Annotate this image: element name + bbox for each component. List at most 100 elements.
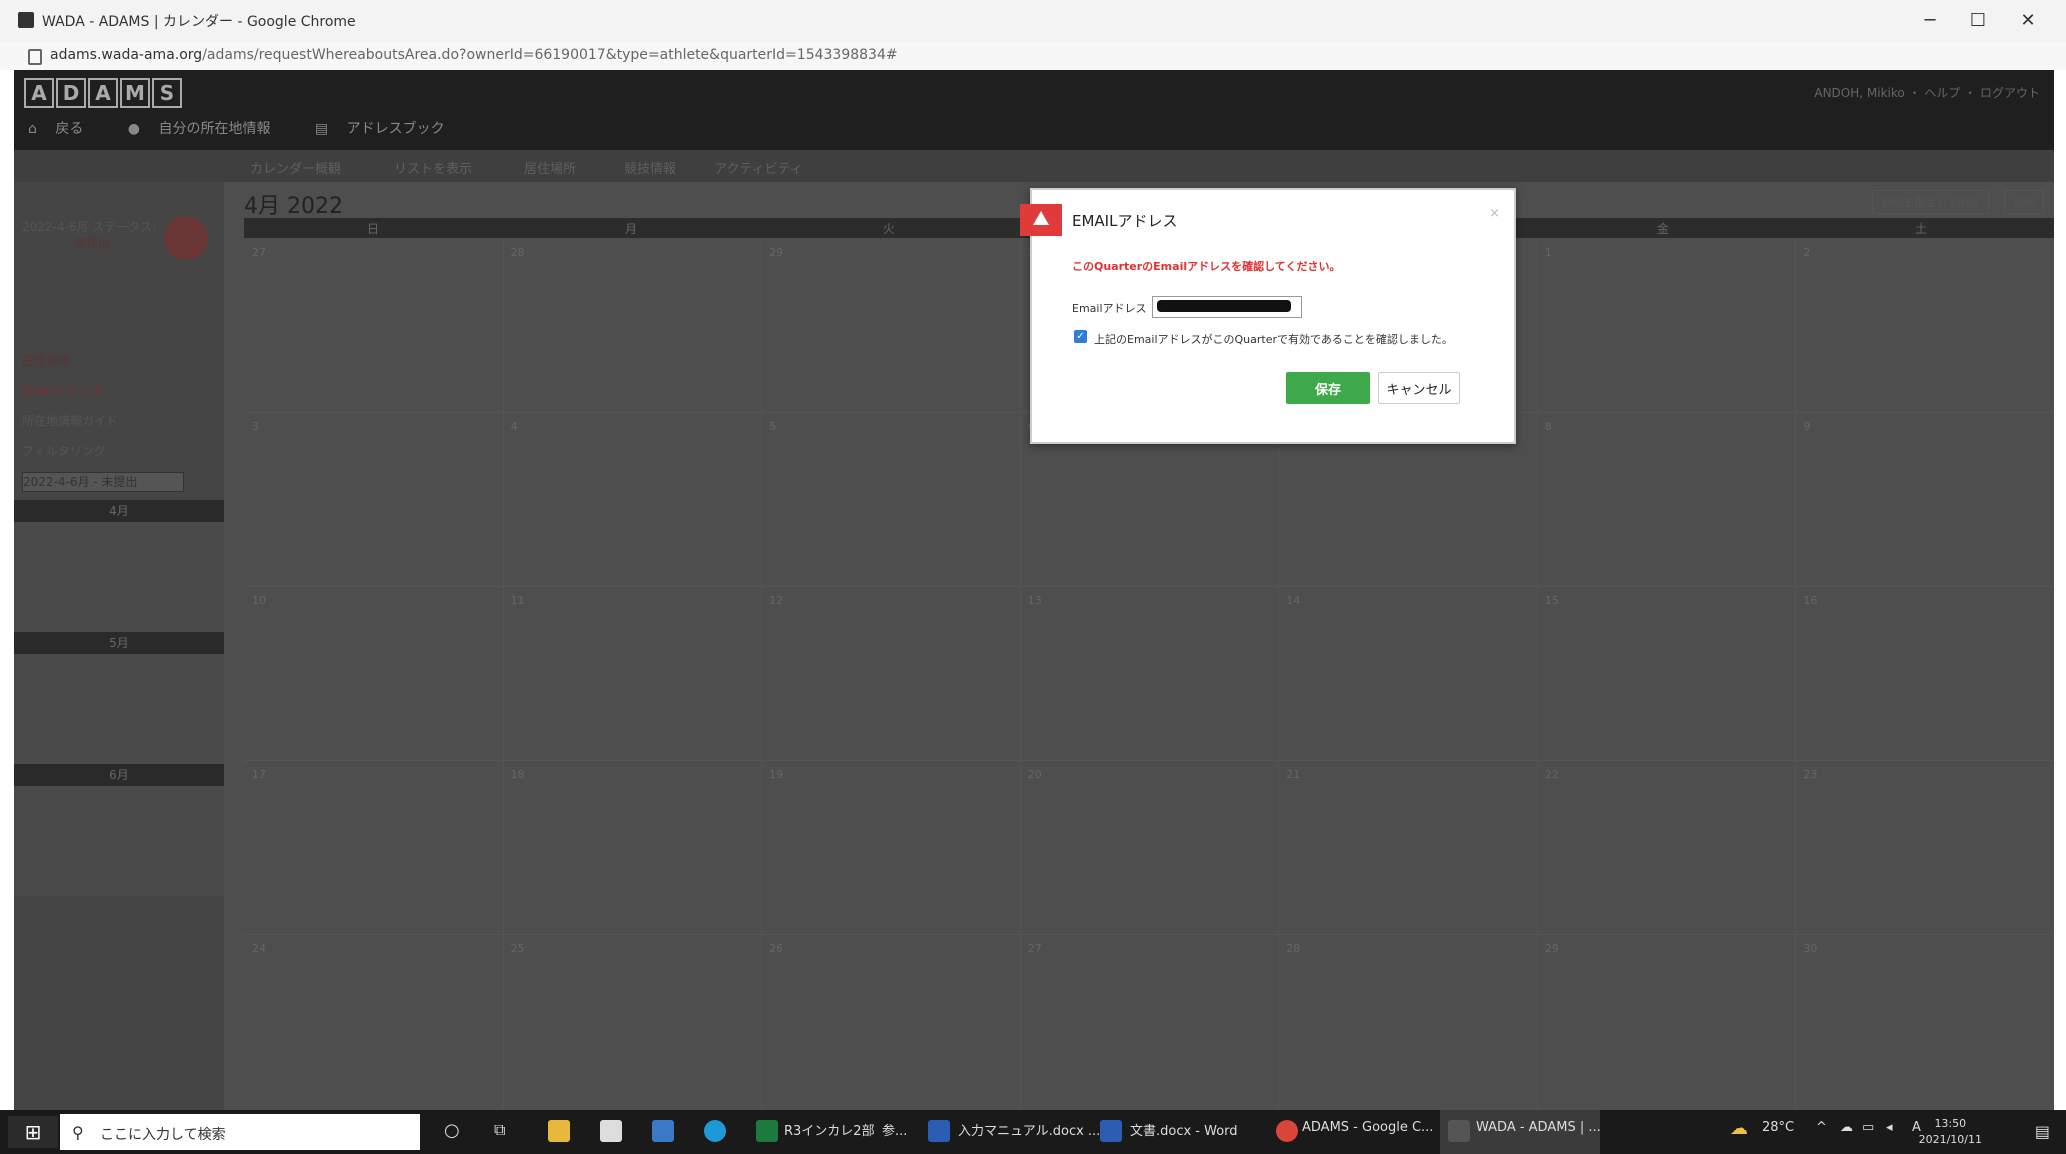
adams-window-icon[interactable] [1448, 1120, 1470, 1142]
calendar-day-cell[interactable]: 22 [1545, 768, 1559, 781]
calendar-day-cell[interactable]: 18 [511, 768, 525, 781]
address-bar[interactable]: adams.wada-ama.org/adams/requestWhereabo… [0, 42, 2066, 70]
quarter-select[interactable]: 2022-4-6月 - 未提出 [22, 472, 184, 492]
calendar-day-cell[interactable]: 28 [1286, 942, 1300, 955]
file-explorer-icon[interactable] [548, 1120, 570, 1142]
calendar-day-cell[interactable]: 23 [1803, 768, 1817, 781]
calendar-day-cell[interactable]: 29 [769, 246, 783, 259]
cortana-icon[interactable]: ○ [444, 1120, 460, 1141]
home-icon[interactable]: ⌂ [28, 121, 37, 137]
sidebar-item-filter[interactable]: フィルタリング [22, 442, 106, 459]
calendar-day-cell[interactable]: 8 [1545, 420, 1552, 433]
sidebar-item-guide[interactable]: 所在地情報ガイド [22, 412, 118, 429]
word-icon[interactable] [928, 1120, 950, 1142]
nav-back[interactable]: 戻る [55, 121, 83, 137]
temperature[interactable]: 28°C [1762, 1120, 1794, 1135]
taskbar-item-document[interactable]: 文書.docx - Word [1130, 1120, 1238, 1139]
minimize-icon[interactable]: ─ [1910, 8, 1950, 34]
calendar-day-cell[interactable]: 30 [1803, 942, 1817, 955]
email-confirm-dialog: EMAILアドレス × このQuarterのEmailアドレスを確認してください… [1020, 188, 1516, 444]
tab-list-view[interactable]: リストを表示 [394, 158, 472, 177]
chrome-icon[interactable] [1276, 1120, 1298, 1142]
notification-icon[interactable]: ▤ [2035, 1122, 2050, 1141]
redacted-email [1157, 300, 1291, 312]
grid-line [1019, 238, 1021, 1108]
sidebar-item-email[interactable]: Emailアドレス [22, 382, 103, 399]
edge-icon[interactable] [704, 1120, 726, 1142]
confirm-checkbox[interactable]: ✓ [1074, 330, 1087, 343]
taskbar-item-adams-chrome[interactable]: ADAMS - Google C... [1302, 1120, 1433, 1135]
delete-by-period-button[interactable]: 期間を指定して削除 [1872, 190, 1989, 214]
quarter-status-title: 2022-4-6月 ステータス: [22, 220, 157, 234]
chevron-up-icon[interactable]: ^ [1816, 1120, 1827, 1135]
maximize-icon[interactable]: ☐ [1958, 8, 1998, 34]
status-x-icon [164, 216, 208, 260]
word-icon[interactable] [1100, 1120, 1122, 1142]
network-icon[interactable]: ▭ [1862, 1120, 1874, 1135]
user-menu[interactable]: ANDOH, Mikiko ・ ヘルプ ・ ログアウト [1814, 84, 2040, 101]
close-icon[interactable]: ✕ [2008, 8, 2048, 34]
task-view-icon[interactable]: ⧉ [494, 1120, 505, 1140]
nav-address-book[interactable]: アドレスブック [347, 121, 445, 137]
calendar-day-cell[interactable]: 3 [252, 420, 259, 433]
calendar-day-cell[interactable]: 15 [1545, 594, 1559, 607]
calendar-day-cell[interactable]: 5 [769, 420, 776, 433]
volume-icon[interactable]: ◂ [1886, 1120, 1893, 1135]
mini-calendar-grid[interactable] [14, 522, 224, 632]
store-icon[interactable] [600, 1120, 622, 1142]
url-host: adams.wada-ama.org [50, 47, 203, 63]
mini-calendar-grid[interactable] [14, 654, 224, 764]
calendar-day-cell[interactable]: 24 [252, 942, 266, 955]
calendar-day-cell[interactable]: 12 [769, 594, 783, 607]
calendar-day-cell[interactable]: 19 [769, 768, 783, 781]
taskbar-item-manual[interactable]: 入力マニュアル.docx ... [958, 1120, 1100, 1139]
calendar-day-cell[interactable]: 2 [1803, 246, 1810, 259]
mail-icon[interactable] [652, 1120, 674, 1142]
tab-calendar-overview[interactable]: カレンダー概観 [250, 158, 341, 177]
calendar-day-cell[interactable]: 27 [1028, 942, 1042, 955]
browser-title-bar: WADA - ADAMS | カレンダー - Google Chrome ─ ☐… [0, 0, 2066, 43]
mini-calendar-grid[interactable] [14, 786, 224, 896]
calendar-day-cell[interactable]: 28 [511, 246, 525, 259]
dialog-close-icon[interactable]: × [1489, 206, 1500, 221]
calendar-day-cell[interactable]: 14 [1286, 594, 1300, 607]
calendar-day-cell[interactable]: 4 [511, 420, 518, 433]
taskbar-item-wada-adams[interactable]: WADA - ADAMS | ... [1476, 1120, 1601, 1135]
clock-time: 13:50 [1934, 1117, 1967, 1130]
tab-competition[interactable]: 競技情報 [624, 158, 676, 177]
confirm-checkbox-label[interactable]: 上記のEmailアドレスがこのQuarterで有効であることを確認しました。 [1094, 331, 1453, 347]
print-button[interactable]: 印刷 [2004, 190, 2044, 214]
calendar-day-cell[interactable]: 16 [1803, 594, 1817, 607]
weekday-label: 土 [1914, 222, 1927, 236]
save-button[interactable]: 保存 [1286, 372, 1370, 404]
windows-start-icon[interactable]: ⊞ [8, 1116, 58, 1148]
calendar-day-cell[interactable]: 17 [252, 768, 266, 781]
tab-activity[interactable]: アクティビティ [714, 158, 803, 177]
taskbar-search-input[interactable]: ⚲ ここに入力して検索 [60, 1114, 420, 1150]
cancel-button[interactable]: キャンセル [1378, 372, 1460, 404]
calendar-day-cell[interactable]: 29 [1545, 942, 1559, 955]
calendar-day-cell[interactable]: 9 [1803, 420, 1810, 433]
clock[interactable]: 13:50 2021/10/11 [1919, 1116, 1982, 1148]
url-text[interactable]: adams.wada-ama.org/adams/requestWhereabo… [50, 47, 898, 63]
adams-logo[interactable]: ADAMS [24, 78, 184, 108]
excel-icon[interactable] [756, 1120, 778, 1142]
calendar-day-cell[interactable]: 10 [252, 594, 266, 607]
sidebar-item-residence[interactable]: 居住場所 [22, 352, 70, 369]
calendar-day-cell[interactable]: 27 [252, 246, 266, 259]
calendar-day-cell[interactable]: 11 [511, 594, 525, 607]
calendar-day-cell[interactable]: 13 [1028, 594, 1042, 607]
taskbar-item-more[interactable]: 参... [882, 1120, 907, 1139]
onedrive-icon[interactable]: ☁ [1840, 1120, 1853, 1135]
calendar-day-cell[interactable]: 1 [1545, 246, 1552, 259]
tab-residence[interactable]: 居住場所 [524, 158, 576, 177]
taskbar-item-excel[interactable]: R3インカレ2部 [784, 1120, 875, 1139]
calendar-day-cell[interactable]: 21 [1286, 768, 1300, 781]
calendar-day-cell[interactable]: 20 [1028, 768, 1042, 781]
calendar-day-cell[interactable]: 25 [511, 942, 525, 955]
warning-icon [1020, 204, 1062, 236]
weather-icon[interactable]: ☁ [1730, 1118, 1748, 1139]
nav-my-whereabouts[interactable]: 自分の所在地情報 [158, 121, 270, 137]
warning-triangle [1033, 211, 1049, 225]
calendar-day-cell[interactable]: 26 [769, 942, 783, 955]
